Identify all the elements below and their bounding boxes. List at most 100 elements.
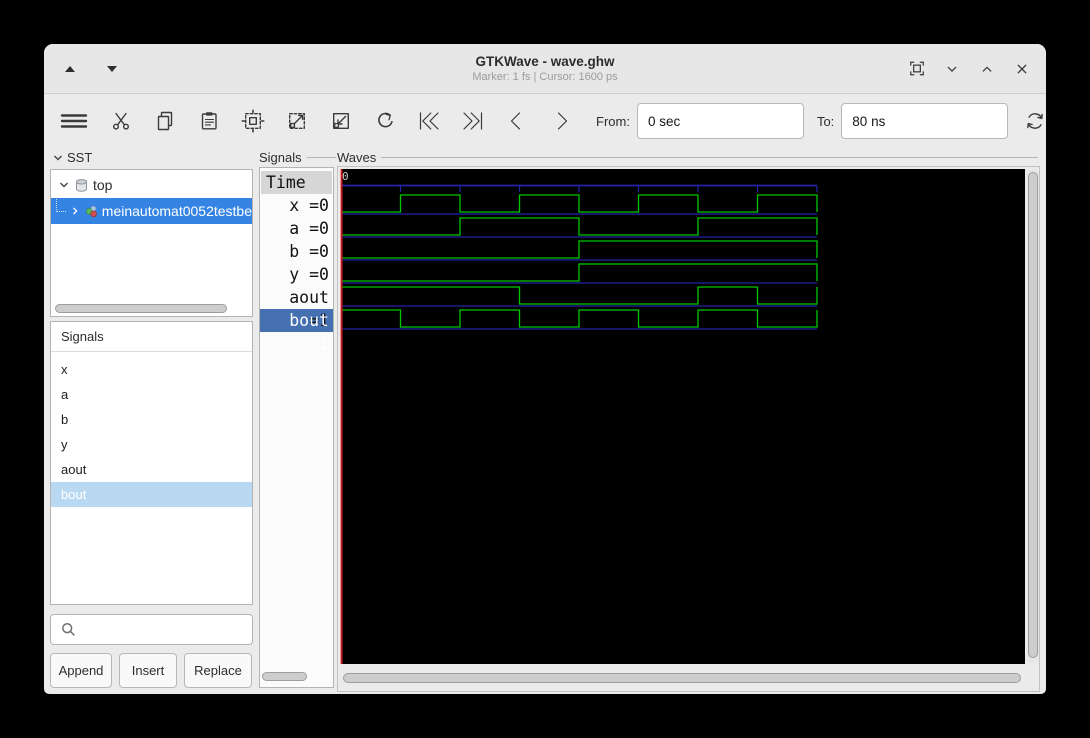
signal-list-item-bout[interactable]: bout xyxy=(51,482,252,507)
undo-icon xyxy=(378,112,393,128)
hamburger-menu-icon xyxy=(60,114,88,128)
waves-hscrollbar[interactable] xyxy=(340,671,1025,685)
sst-section-header[interactable]: SST xyxy=(52,150,92,165)
menu-button[interactable] xyxy=(59,109,89,133)
signals-list-panel: Signals x a b y aout bout xyxy=(50,321,253,605)
tree-connector xyxy=(56,199,66,212)
waves-frame-label: Waves xyxy=(337,150,1038,165)
zoom-in-icon xyxy=(332,112,350,130)
titlebar-left-controls xyxy=(60,44,122,93)
signal-list-item-aout[interactable]: aout xyxy=(51,457,252,482)
signal-value-row-y[interactable]: y =0 xyxy=(260,263,333,286)
tree-item-label: top xyxy=(93,177,113,193)
replace-button-label: Replace xyxy=(194,663,242,678)
chevron-right-icon xyxy=(557,112,568,130)
titlebar-right-controls xyxy=(907,44,1032,93)
time-header[interactable]: Time xyxy=(261,171,332,194)
zoom-out-icon xyxy=(288,112,306,130)
signals-list: x a b y aout bout xyxy=(51,352,252,507)
maximize-button[interactable] xyxy=(977,59,997,79)
search-icon xyxy=(62,623,75,636)
tree-item-meinautomat[interactable]: meinautomat0052testbe xyxy=(51,198,252,224)
signal-value-row-x[interactable]: x =0 xyxy=(260,194,333,217)
chevron-up-icon xyxy=(982,65,992,72)
minimize-button[interactable] xyxy=(942,59,962,79)
titlebar-center: GTKWave - wave.ghw Marker: 1 fs | Cursor… xyxy=(44,54,1046,83)
signal-list-item-a[interactable]: a xyxy=(51,382,252,407)
from-input[interactable] xyxy=(636,103,804,139)
svg-text:0: 0 xyxy=(342,170,349,183)
titlebar[interactable]: GTKWave - wave.ghw Marker: 1 fs | Cursor… xyxy=(44,44,1046,94)
shade-down-button[interactable] xyxy=(102,59,122,79)
tree-item-top[interactable]: top xyxy=(51,172,252,198)
append-button[interactable]: Append xyxy=(50,653,112,688)
marker-cursor-status: Marker: 1 fs | Cursor: 1600 ps xyxy=(472,71,618,83)
scrollbar-thumb[interactable] xyxy=(343,673,1021,683)
waves-frame-label-text: Waves xyxy=(337,150,377,165)
values-hscrollbar[interactable] xyxy=(262,672,307,681)
append-button-label: Append xyxy=(58,663,104,678)
signal-search-box[interactable] xyxy=(50,614,253,645)
gtkwave-window: GTKWave - wave.ghw Marker: 1 fs | Cursor… xyxy=(44,44,1046,694)
sst-tree-panel: top meinautomat0052testbe xyxy=(50,169,253,317)
signal-value-row-aout[interactable]: aout =1 xyxy=(260,286,333,330)
zoom-fit-icon xyxy=(241,109,265,133)
scrollbar-thumb[interactable] xyxy=(55,304,227,313)
undo-button[interactable] xyxy=(373,109,397,133)
paste-button[interactable] xyxy=(197,109,221,133)
zoom-in-button[interactable] xyxy=(329,109,353,133)
fullscreen-button[interactable] xyxy=(907,59,927,79)
zoom-out-button[interactable] xyxy=(285,109,309,133)
tree-hscrollbar[interactable] xyxy=(55,304,227,313)
chevron-down-icon[interactable] xyxy=(58,179,70,191)
chevron-down-icon xyxy=(53,154,63,161)
signals-frame-label-text: Signals xyxy=(259,150,302,165)
signal-value-row-bout[interactable]: bout =1 xyxy=(260,309,333,353)
component-icon xyxy=(85,205,97,217)
to-input[interactable] xyxy=(841,103,1009,139)
scrollbar-thumb[interactable] xyxy=(262,672,307,681)
signal-values: x =0a =0b =0y =0aout =1bout =1 xyxy=(260,194,333,353)
signal-list-item-y[interactable]: y xyxy=(51,432,252,457)
paste-clipboard-icon xyxy=(201,112,217,130)
chevron-down-icon xyxy=(947,66,957,72)
fullscreen-icon xyxy=(910,61,924,76)
sst-label: SST xyxy=(67,150,93,165)
database-cylinder-icon xyxy=(76,178,87,192)
waves-panel: 0 xyxy=(337,166,1040,692)
copy-icon xyxy=(157,111,173,131)
signals-frame-label: Signals xyxy=(259,150,336,165)
reload-button[interactable] xyxy=(1022,108,1046,134)
shade-up-button[interactable] xyxy=(60,59,80,79)
cut-button[interactable] xyxy=(109,109,133,133)
fast-forward-icon xyxy=(463,112,483,130)
replace-button[interactable]: Replace xyxy=(184,653,252,688)
wave-canvas[interactable]: 0 xyxy=(340,169,1025,664)
close-icon xyxy=(1017,64,1027,73)
chevron-left-icon xyxy=(510,112,521,130)
next-edge-button[interactable] xyxy=(549,109,573,133)
signals-list-header: Signals xyxy=(51,322,252,352)
to-label: To: xyxy=(816,113,835,129)
signal-values-panel: Time x =0a =0b =0y =0aout =1bout =1 xyxy=(259,167,334,688)
go-to-end-button[interactable] xyxy=(461,109,485,133)
zoom-fit-button[interactable] xyxy=(241,109,265,133)
tree-item-label: meinautomat0052testbe xyxy=(101,203,252,219)
toolbar: From: To: xyxy=(44,94,1046,148)
chevron-right-icon[interactable] xyxy=(70,205,81,217)
waves-vscrollbar[interactable] xyxy=(1027,169,1039,664)
scrollbar-thumb[interactable] xyxy=(1028,172,1038,658)
signal-list-item-x[interactable]: x xyxy=(51,357,252,382)
scissors-icon xyxy=(112,112,129,130)
signal-value-row-a[interactable]: a =0 xyxy=(260,217,333,240)
signal-list-item-b[interactable]: b xyxy=(51,407,252,432)
go-to-start-button[interactable] xyxy=(417,109,441,133)
insert-button-label: Insert xyxy=(131,663,165,678)
close-button[interactable] xyxy=(1012,59,1032,79)
reload-icon xyxy=(1027,113,1044,129)
copy-button[interactable] xyxy=(153,109,177,133)
signal-value-row-b[interactable]: b =0 xyxy=(260,240,333,263)
prev-edge-button[interactable] xyxy=(505,109,529,133)
insert-button[interactable]: Insert xyxy=(119,653,177,688)
triangle-down-icon xyxy=(107,65,117,72)
